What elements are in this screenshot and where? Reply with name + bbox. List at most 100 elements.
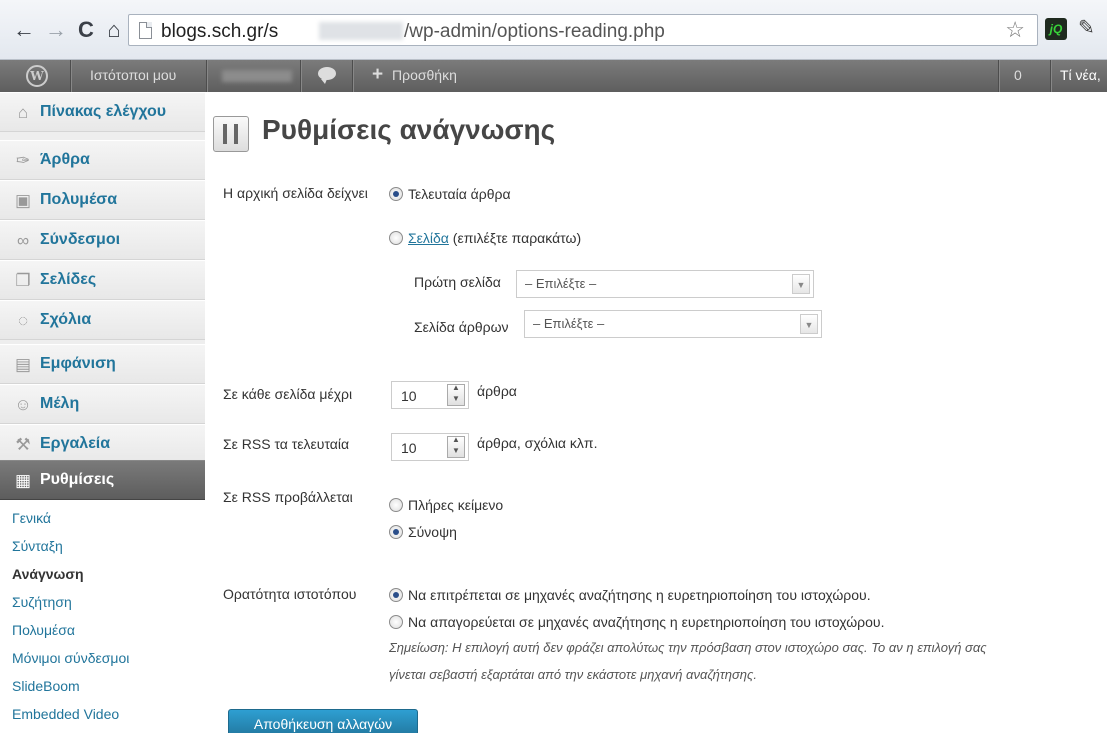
admin-sidebar: ⌂ Πίνακας ελέγχου ✑ Άρθρα ▣ Πολυμέσα ∞ Σ… [0, 92, 205, 733]
radio-rss-full-text[interactable] [389, 498, 403, 512]
posts-per-page-value: 10 [401, 388, 417, 404]
settings-icon: ▦ [14, 471, 32, 490]
pages-icon: ❐ [15, 271, 31, 290]
sidebar-item-users[interactable]: ☺ Μέλη [0, 384, 205, 424]
house-icon: ⌂ [17, 103, 29, 122]
radio-latest-posts[interactable] [389, 187, 403, 201]
page-option-hint: (επιλέξτε παρακάτω) [448, 230, 582, 246]
browser-toolbar: ← → C ⌂ blogs.sch.gr/s /wp-admin/options… [0, 0, 1107, 60]
sidebar-item-label: Σελίδες [40, 271, 97, 288]
sidebar-item-pages[interactable]: ❐ Σελίδες [0, 260, 205, 300]
page-icon [139, 22, 152, 39]
submenu-reading[interactable]: Ανάγνωση [12, 566, 84, 582]
back-arrow-icon[interactable]: ← [12, 16, 36, 44]
sidebar-item-links[interactable]: ∞ Σύνδεσμοι [0, 220, 205, 260]
forward-arrow-icon[interactable]: → [44, 16, 68, 44]
home-icon[interactable]: ⌂ [102, 16, 126, 44]
save-changes-button[interactable]: Αποθήκευση αλλαγών [228, 709, 418, 733]
rss-items-label: Σε RSS τα τελευταία [223, 436, 350, 452]
radio-block-indexing-label: Να απαγορεύεται σε μηχανές αναζήτησης η … [408, 614, 885, 630]
submenu-embedded-video[interactable]: Embedded Video [12, 706, 119, 722]
sidebar-item-comments[interactable]: ◌ Σχόλια [0, 300, 205, 340]
submenu-slideboom[interactable]: SlideBoom [12, 678, 80, 694]
rss-items-unit: άρθρα, σχόλια κλπ. [477, 435, 598, 451]
sidebar-item-tools[interactable]: ⚒ Εργαλεία [0, 424, 205, 464]
posts-per-page-stepper[interactable]: 10 [391, 381, 469, 409]
pen-extension-icon[interactable]: ✎ [1078, 15, 1095, 40]
sidebar-item-media[interactable]: ▣ Πολυμέσα [0, 180, 205, 220]
main-content: Ρυθμίσεις ανάγνωσης Η αρχική σελίδα δείχ… [205, 92, 1107, 733]
address-bar[interactable]: blogs.sch.gr/s /wp-admin/options-reading… [128, 14, 1038, 46]
reload-icon[interactable]: C [74, 16, 98, 44]
sidebar-item-label: Μέλη [40, 395, 80, 412]
sidebar-item-appearance[interactable]: ▤ Εμφάνιση [0, 344, 205, 384]
chevron-down-icon: ▼ [792, 274, 810, 294]
posts-per-page-unit: άρθρα [477, 383, 517, 399]
page-link[interactable]: Σελίδα [408, 230, 449, 246]
jquery-extension-icon[interactable]: jQ [1045, 18, 1067, 40]
posts-page-select[interactable]: – Επιλέξτε – ▼ [524, 310, 822, 338]
posts-page-select-value: – Επιλέξτε – [533, 316, 605, 331]
radio-static-page-label: Σελίδα (επιλέξτε παρακάτω) [408, 230, 581, 246]
submenu-discussion[interactable]: Συζήτηση [12, 594, 72, 610]
posts-per-page-label: Σε κάθε σελίδα μέχρι [223, 386, 353, 402]
menu-separator [0, 132, 205, 140]
submenu-general[interactable]: Γενικά [12, 510, 51, 526]
divider [1050, 60, 1051, 92]
submenu-writing[interactable]: Σύνταξη [12, 538, 63, 554]
sidebar-item-label: Εργαλεία [40, 435, 111, 452]
radio-block-indexing[interactable] [389, 615, 403, 629]
sidebar-item-label: Εμφάνιση [40, 355, 116, 372]
tools-icon: ⚒ [15, 435, 31, 454]
radio-latest-posts-label: Τελευταία άρθρα [408, 186, 511, 202]
radio-allow-indexing-label: Να επιτρέπεται σε μηχανές αναζήτησης η ε… [408, 587, 871, 603]
front-page-select[interactable]: – Επιλέξτε – ▼ [516, 270, 814, 298]
radio-allow-indexing[interactable] [389, 588, 403, 602]
visibility-note-line-1: Σημείωση: Η επιλογή αυτή δεν φράζει απολ… [389, 640, 987, 655]
visibility-note-line-2: γίνεται σεβαστή εξαρτάται από την εκάστο… [389, 667, 757, 682]
radio-rss-summary-label: Σύνοψη [408, 524, 457, 540]
submenu-media[interactable]: Πολυμέσα [12, 622, 75, 638]
wp-admin-bar: W Ιστότοποι μου + Προσθήκη 0 Τί νέα, [0, 60, 1107, 92]
divider [206, 60, 207, 92]
front-page-select-value: – Επιλέξτε – [525, 276, 597, 291]
spinner-arrows-icon[interactable] [447, 435, 465, 458]
sidebar-item-label: Άρθρα [40, 151, 90, 168]
radio-rss-full-text-label: Πλήρες κείμενο [408, 497, 504, 513]
radio-rss-summary[interactable] [389, 525, 403, 539]
media-icon: ▣ [14, 191, 32, 210]
pin-icon: ✑ [15, 151, 31, 170]
radio-static-page[interactable] [389, 231, 403, 245]
front-page-label: Η αρχική σελίδα δείχνει [223, 185, 368, 201]
add-new-link[interactable]: Προσθήκη [392, 67, 457, 83]
notification-count[interactable]: 0 [1014, 67, 1022, 83]
divider [70, 60, 71, 92]
spinner-arrows-icon[interactable] [447, 383, 465, 406]
users-icon: ☺ [14, 395, 32, 414]
link-icon: ∞ [16, 231, 30, 250]
wordpress-logo-icon[interactable]: W [26, 65, 48, 87]
comments-icon[interactable] [318, 67, 336, 84]
rss-items-stepper[interactable]: 10 [391, 433, 469, 461]
comment-icon: ◌ [17, 311, 29, 330]
submenu-permalinks[interactable]: Μόνιμοι σύνδεσμοι [12, 650, 129, 666]
plus-icon[interactable]: + [372, 64, 383, 86]
whats-new-link[interactable]: Τί νέα, [1060, 67, 1101, 83]
url-path: /wp-admin/options-reading.php [404, 21, 665, 42]
sidebar-item-posts[interactable]: ✑ Άρθρα [0, 140, 205, 180]
sidebar-item-dashboard[interactable]: ⌂ Πίνακας ελέγχου [0, 92, 205, 132]
bookmark-star-icon[interactable]: ☆ [1005, 17, 1025, 43]
appearance-icon: ▤ [14, 355, 32, 374]
sidebar-item-label: Πολυμέσα [40, 191, 118, 208]
sidebar-item-settings[interactable]: ▦ Ρυθμίσεις [0, 460, 205, 500]
url-host: blogs.sch.gr/s [161, 21, 279, 42]
my-sites-link[interactable]: Ιστότοποι μου [90, 67, 176, 83]
sidebar-item-label: Πίνακας ελέγχου [40, 103, 167, 120]
divider [352, 60, 353, 92]
sidebar-item-label: Ρυθμίσεις [40, 471, 115, 488]
visibility-label: Ορατότητα ιστοτόπου [223, 586, 357, 602]
site-name-link[interactable] [222, 70, 292, 82]
chevron-down-icon: ▼ [800, 314, 818, 334]
front-page-select-label: Πρώτη σελίδα [414, 274, 501, 290]
posts-page-select-label: Σελίδα άρθρων [414, 319, 509, 335]
